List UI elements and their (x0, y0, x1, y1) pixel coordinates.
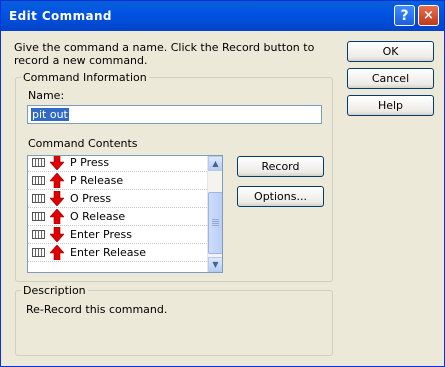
list-item[interactable]: O Release (28, 208, 207, 226)
list-item[interactable]: Enter Release (28, 244, 207, 262)
name-field[interactable]: pit out (27, 105, 322, 124)
list-item[interactable]: Enter Press (28, 226, 207, 244)
keyboard-icon (32, 194, 45, 203)
arrow-down-icon (49, 190, 65, 207)
arrow-up-icon (49, 172, 65, 189)
arrow-up-icon (49, 244, 65, 261)
title-bar[interactable]: Edit Command ? × (1, 1, 444, 31)
list-item[interactable]: P Press (28, 156, 207, 172)
scroll-thumb[interactable] (208, 192, 222, 254)
keyboard-icon (32, 158, 45, 167)
help-icon[interactable]: ? (394, 5, 415, 26)
list-item-label: O Release (70, 210, 126, 223)
description-text: Re-Record this command. (26, 303, 168, 316)
name-label: Name: (28, 89, 65, 102)
arrow-down-icon (49, 226, 65, 243)
name-value: pit out (31, 108, 69, 121)
list-item-label: Enter Press (70, 228, 132, 241)
list-item-label: Enter Release (70, 246, 147, 259)
keyboard-icon (32, 212, 45, 221)
window-title: Edit Command (9, 9, 112, 23)
intro-text: Give the command a name. Click the Recor… (14, 41, 315, 67)
list-item-label: P Release (70, 174, 124, 187)
keyboard-icon (32, 230, 45, 239)
keyboard-icon (32, 176, 45, 185)
list-item-label: P Press (70, 156, 110, 169)
scroll-up-icon[interactable]: ▲ (208, 156, 222, 171)
ok-button[interactable]: OK (347, 41, 434, 62)
command-contents-label: Command Contents (28, 137, 138, 150)
description-group (15, 290, 333, 356)
record-button[interactable]: Record (237, 156, 324, 177)
keyboard-icon (32, 248, 45, 257)
edit-command-dialog: Edit Command ? × Give the command a name… (0, 0, 445, 367)
command-information-legend: Command Information (21, 71, 149, 84)
scroll-down-icon[interactable]: ▼ (208, 257, 222, 272)
options-button[interactable]: Options... (237, 186, 324, 207)
list-item[interactable]: P Release (28, 172, 207, 190)
cancel-button[interactable]: Cancel (347, 68, 434, 89)
help-button[interactable]: Help (347, 95, 434, 116)
list-item[interactable]: O Press (28, 190, 207, 208)
description-legend: Description (21, 284, 88, 297)
command-contents-list[interactable]: Enter Release Enter Press O Release O Press… (27, 155, 223, 273)
arrow-down-icon (49, 156, 65, 171)
list-item-label: O Press (70, 192, 112, 205)
list-scrollbar[interactable]: ▲ ▼ (207, 156, 222, 272)
arrow-up-icon (49, 208, 65, 225)
close-icon[interactable]: × (418, 5, 439, 26)
